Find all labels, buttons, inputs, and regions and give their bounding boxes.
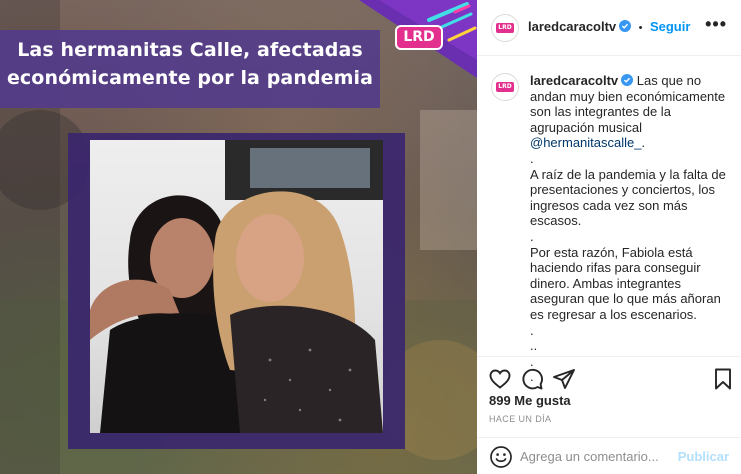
post-caption: laredcaracoltv Las que no andan muy bien… (530, 73, 730, 385)
avatar[interactable]: LRD (491, 14, 519, 42)
username-link[interactable]: laredcaracoltv (528, 19, 616, 34)
post-actions: 899 Me gusta HACE UN DÍA Publicar (477, 356, 741, 474)
more-options-icon[interactable]: ••• (705, 14, 727, 35)
headline-text: Las hermanitas Calle, afectadas económic… (6, 39, 374, 89)
post-timestamp[interactable]: HACE UN DÍA (489, 414, 551, 424)
emoji-icon[interactable] (489, 445, 513, 469)
post-media[interactable]: LRD Las hermanitas Calle, afectadas econ… (0, 0, 477, 474)
caption-paragraph-3: Por esta razón, Fabiola está haciendo ri… (530, 244, 721, 322)
comment-input[interactable] (520, 444, 680, 468)
mention-link[interactable]: @hermanitascalle_ (530, 135, 641, 150)
post-header: LRD laredcaracoltv • Seguir ••• (477, 0, 741, 56)
bookmark-icon[interactable] (711, 367, 735, 391)
caption-dot: . (530, 150, 534, 166)
caption-avatar[interactable]: LRD (491, 73, 519, 101)
brand-logo: LRD (395, 25, 443, 50)
caption-dot: .. (530, 338, 538, 354)
likes-count[interactable]: 899 Me gusta (489, 393, 571, 408)
avatar-logo: LRD (496, 23, 514, 33)
post-sidebar: LRD laredcaracoltv • Seguir ••• LRD lare… (477, 0, 741, 474)
mention-suffix: . (641, 135, 646, 151)
caption-dot: . (530, 322, 534, 338)
photo (90, 140, 383, 433)
caption-username[interactable]: laredcaracoltv (530, 73, 618, 88)
caption-verified-badge-icon (621, 74, 634, 86)
comment-box: Publicar (477, 437, 741, 474)
caption-dot: . (530, 228, 534, 244)
heart-icon[interactable] (488, 367, 512, 391)
caption-avatar-logo: LRD (496, 82, 514, 92)
comment-icon[interactable] (520, 367, 544, 391)
follow-button[interactable]: Seguir (650, 19, 690, 34)
two-women-photo (90, 140, 383, 433)
share-icon[interactable] (552, 367, 576, 391)
publish-button[interactable]: Publicar (678, 449, 729, 464)
caption-paragraph-2: A raíz de la pandemia y la falta de pres… (530, 166, 726, 229)
verified-badge-icon (619, 20, 632, 32)
separator-dot: • (638, 22, 643, 34)
